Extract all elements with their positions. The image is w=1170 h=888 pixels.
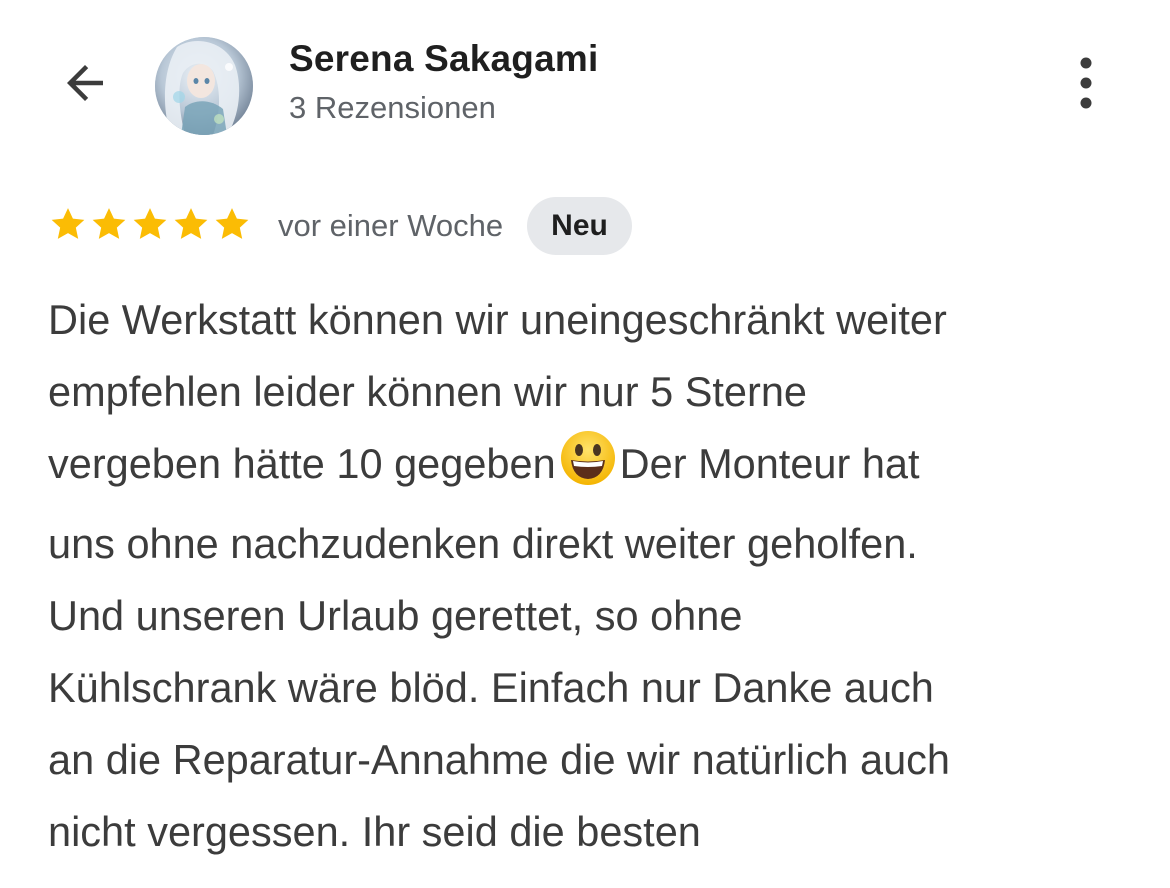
- review-header: Serena Sakagami 3 Rezensionen: [0, 0, 1170, 170]
- review-meta: vor einer Woche Neu: [48, 196, 632, 256]
- review-line: vergeben hätte 10 gegeben Der Monteur hat: [48, 428, 1128, 508]
- star-icon: [171, 204, 211, 249]
- review-text: Die Werkstatt können wir uneingeschränkt…: [48, 284, 1128, 868]
- more-options-button[interactable]: [1060, 50, 1112, 120]
- review-count: 3 Rezensionen: [289, 90, 496, 125]
- grinning-face-icon: [560, 430, 616, 508]
- star-icon: [89, 204, 129, 249]
- reviewer-name[interactable]: Serena Sakagami: [289, 38, 598, 80]
- review-line: uns ohne nachzudenken direkt weiter geho…: [48, 520, 918, 567]
- review-line-part: Der Monteur hat: [619, 440, 920, 487]
- review-line: nicht vergessen. Ihr seid die besten: [48, 808, 701, 855]
- star-icon: [130, 204, 170, 249]
- avatar[interactable]: [155, 37, 253, 135]
- star-rating: [48, 204, 252, 249]
- review-line: Kühlschrank wäre blöd. Einfach nur Danke…: [48, 664, 934, 711]
- star-icon: [212, 204, 252, 249]
- review-line: Und unseren Urlaub gerettet, so ohne: [48, 592, 743, 639]
- new-badge: Neu: [527, 197, 632, 255]
- review-line: Die Werkstatt können wir uneingeschränkt…: [48, 296, 947, 343]
- arrow-back-icon: [58, 56, 112, 115]
- star-icon: [48, 204, 88, 249]
- review-date: vor einer Woche: [278, 208, 504, 243]
- review-line-part: vergeben hätte 10 gegeben: [48, 440, 556, 487]
- review-line: an die Reparatur-Annahme die wir natürli…: [48, 736, 950, 783]
- review-line: empfehlen leider können wir nur 5 Sterne: [48, 368, 807, 415]
- back-button[interactable]: [50, 50, 120, 120]
- more-vertical-icon: [1078, 55, 1094, 116]
